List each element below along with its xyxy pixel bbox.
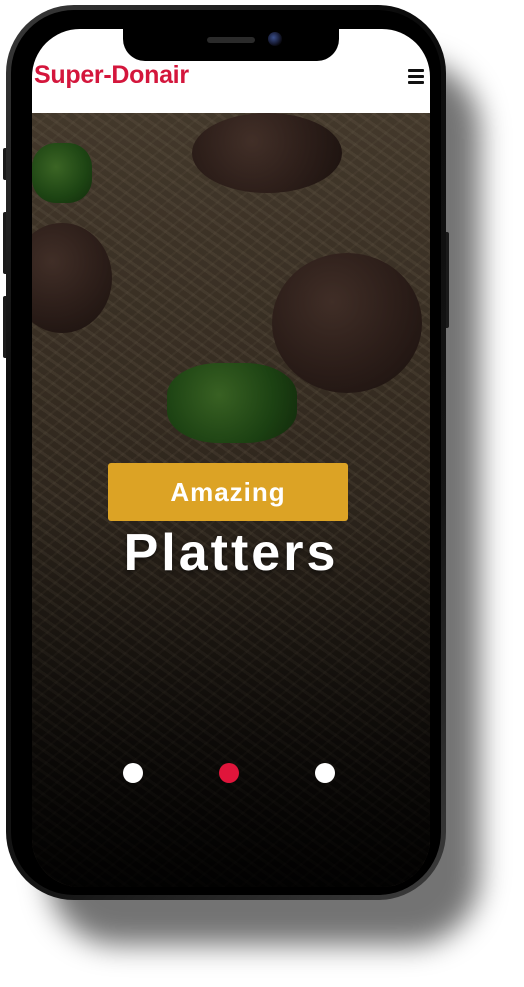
hero-headline: Platters bbox=[123, 524, 339, 582]
phone-screen: Super-Donair Amazing Platters bbox=[32, 29, 430, 887]
brand-logo[interactable]: Super-Donair bbox=[34, 61, 189, 90]
carousel-dot-2[interactable] bbox=[219, 763, 239, 783]
carousel-indicators bbox=[32, 763, 430, 783]
speaker-grille bbox=[207, 37, 255, 43]
phone-frame: Super-Donair Amazing Platters bbox=[6, 5, 446, 900]
phone-notch bbox=[123, 23, 339, 61]
hero-carousel: Amazing Platters bbox=[32, 113, 430, 887]
hamburger-menu-icon[interactable] bbox=[408, 69, 424, 85]
carousel-dot-3[interactable] bbox=[315, 763, 335, 783]
carousel-dot-1[interactable] bbox=[123, 763, 143, 783]
front-camera-icon bbox=[268, 32, 282, 46]
hero-badge: Amazing bbox=[108, 463, 348, 521]
